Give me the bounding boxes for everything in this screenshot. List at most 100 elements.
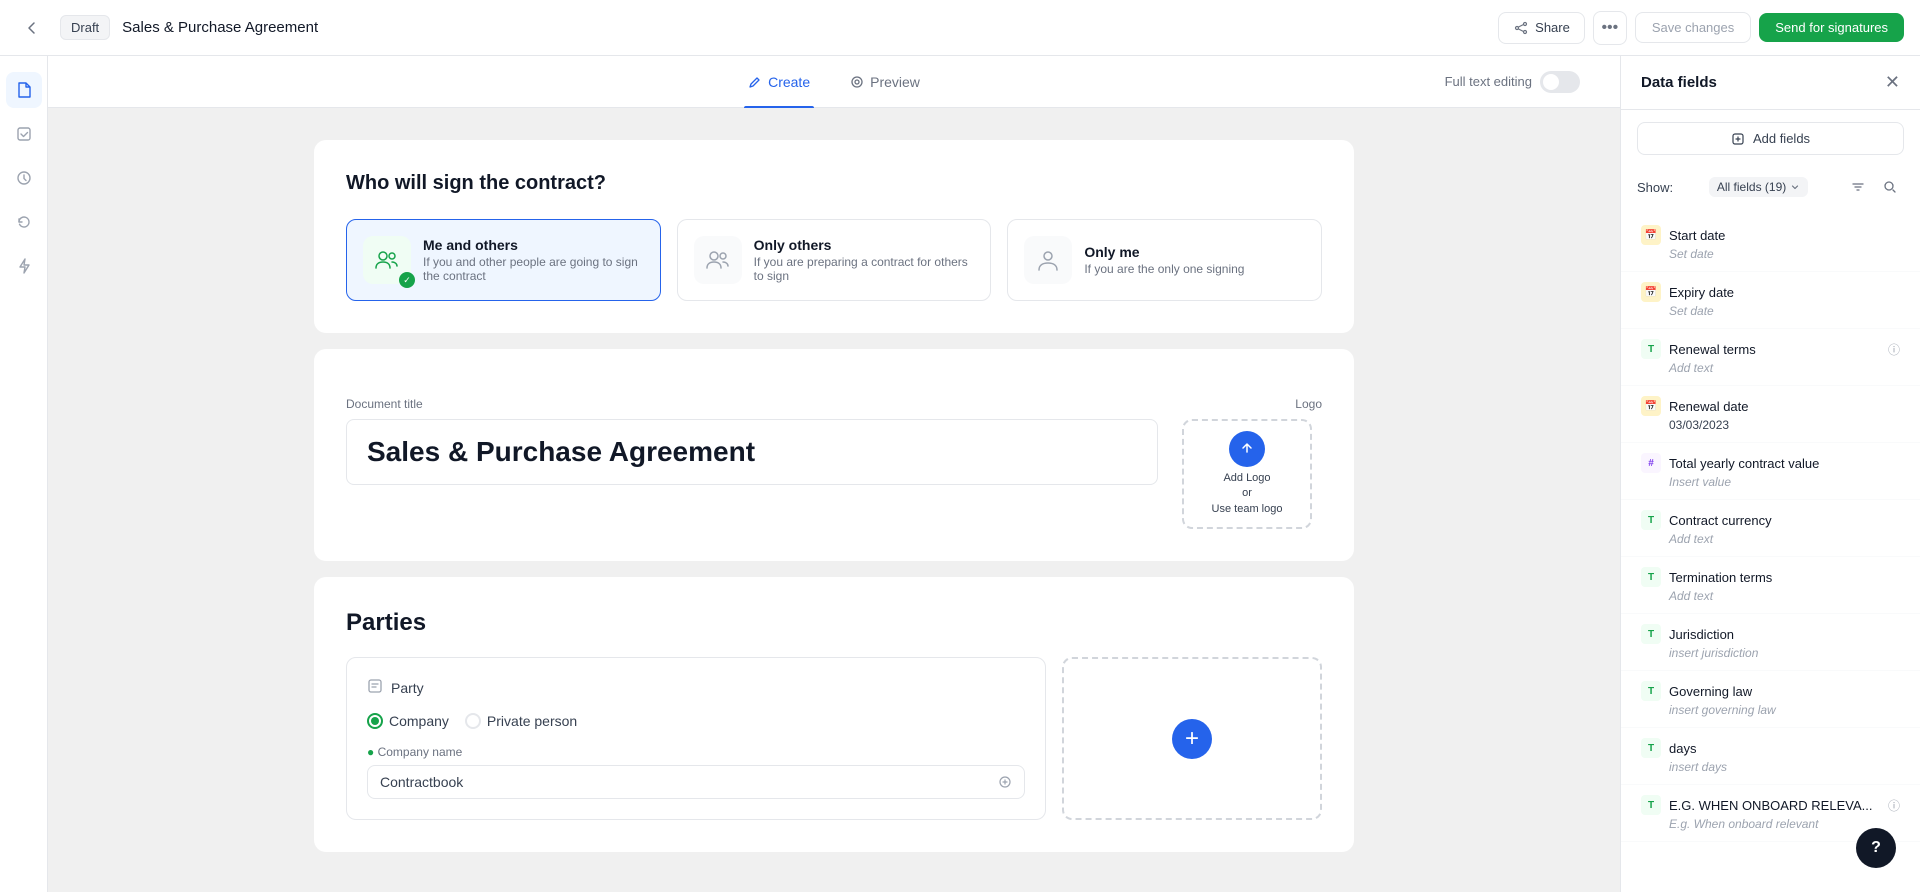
full-text-editing-toggle[interactable] [1540,71,1580,93]
help-button[interactable]: ? [1856,828,1896,868]
field-icon-expiry-date: 📅 [1641,282,1661,302]
tab-create[interactable]: Create [744,56,814,108]
field-value-renewal-terms: Add text [1669,361,1900,375]
parties-section: Parties Party Company [314,577,1354,852]
logo-label: Logo [1182,397,1322,411]
signing-icon-only-me [1024,236,1072,284]
field-value-governing-law: insert governing law [1669,703,1900,717]
field-icon-jurisdiction: T [1641,624,1661,644]
company-name-field-label: ● Company name [367,745,1025,759]
logo-section: Logo Add Logo or Use team logo [1182,397,1322,529]
private-radio-circle [465,713,481,729]
parties-content: Party Company Private person [346,657,1322,820]
sidebar-icon-lightning[interactable] [6,248,42,284]
field-name-renewal-date: Renewal date [1669,399,1749,414]
panel-close-button[interactable]: ✕ [1885,72,1900,93]
field-termination-terms[interactable]: T Termination terms Add text [1621,557,1920,614]
doc-title-label: Document title [346,397,1158,411]
signing-option-only-me[interactable]: Only me If you are the only one signing [1007,219,1322,301]
field-name-contract-currency: Contract currency [1669,513,1772,528]
field-icon-termination-terms: T [1641,567,1661,587]
full-text-editing-row: Full text editing [1445,71,1580,93]
sidebar-icon-check[interactable] [6,116,42,152]
document-title-top: Sales & Purchase Agreement [122,19,1486,36]
add-fields-button[interactable]: Add fields [1637,122,1904,155]
sidebar-icon-history[interactable] [6,204,42,240]
field-icon-start-date: 📅 [1641,225,1661,245]
field-renewal-date[interactable]: 📅 Renewal date 03/03/2023 [1621,386,1920,443]
content-area: Create Preview Full text editing Who wil… [48,56,1620,892]
party-icon [367,678,383,697]
field-icon-days: T [1641,738,1661,758]
party-card: Party Company Private person [346,657,1046,820]
party-type-radio: Company Private person [367,713,1025,729]
field-icon-renewal-date: 📅 [1641,396,1661,416]
field-name-termination-terms: Termination terms [1669,570,1772,585]
full-text-editing-label: Full text editing [1445,74,1532,89]
draft-badge[interactable]: Draft [60,15,110,40]
logo-upload-icon [1229,431,1265,467]
more-button[interactable]: ••• [1593,11,1627,45]
topbar-right: Share ••• Save changes Send for signatur… [1498,11,1904,45]
doc-header: Document title Logo Add Logo or [346,397,1322,529]
share-button[interactable]: Share [1498,12,1585,44]
field-value-start-date: Set date [1669,247,1900,261]
signing-option-info: Me and others If you and other people ar… [423,237,644,283]
field-name-renewal-terms: Renewal terms [1669,342,1756,357]
who-signs-title: Who will sign the contract? [346,172,1322,195]
logo-upload-text: Add Logo or Use team logo [1212,471,1283,517]
company-name-input-row[interactable]: Contractbook [367,765,1025,799]
sidebar-icon-clock[interactable] [6,160,42,196]
save-changes-button[interactable]: Save changes [1635,12,1751,43]
field-start-date[interactable]: 📅 Start date Set date [1621,215,1920,272]
field-icon-onboard: T [1641,795,1661,815]
field-value-renewal-date: 03/03/2023 [1669,418,1900,432]
right-panel: Data fields ✕ Add fields Show: All field… [1620,56,1920,892]
party-label: Party [391,680,424,696]
signing-option-me-and-others[interactable]: ✓ Me and others If you and other people … [346,219,661,301]
field-expiry-date[interactable]: 📅 Expiry date Set date [1621,272,1920,329]
show-row: Show: All fields (19) [1621,167,1920,211]
field-name-onboard: E.G. WHEN ONBOARD RELEVA... [1669,798,1872,813]
show-label: Show: [1637,180,1673,195]
field-value-expiry-date: Set date [1669,304,1900,318]
company-radio-circle [367,713,383,729]
filter-icon-button[interactable] [1844,173,1872,201]
field-icon-renewal-terms: T [1641,339,1661,359]
field-name-start-date: Start date [1669,228,1725,243]
field-name-total-value: Total yearly contract value [1669,456,1819,471]
private-radio[interactable]: Private person [465,713,577,729]
field-value-jurisdiction: insert jurisdiction [1669,646,1900,660]
topbar: Draft Sales & Purchase Agreement Share •… [0,0,1920,56]
parties-title: Parties [346,609,1322,637]
doc-title-input[interactable] [346,419,1158,485]
company-radio[interactable]: Company [367,713,449,729]
signing-option-only-others[interactable]: Only others If you are preparing a contr… [677,219,992,301]
field-name-governing-law: Governing law [1669,684,1752,699]
search-icon-button[interactable] [1876,173,1904,201]
field-contract-currency[interactable]: T Contract currency Add text [1621,500,1920,557]
left-sidebar [0,56,48,892]
show-filter-badge[interactable]: All fields (19) [1709,177,1808,197]
logo-upload-area[interactable]: Add Logo or Use team logo [1182,419,1312,529]
field-total-value[interactable]: # Total yearly contract value Insert val… [1621,443,1920,500]
selected-check: ✓ [399,272,415,288]
doc-title-section: Document title [346,397,1158,529]
tab-preview[interactable]: Preview [846,56,924,108]
add-party-button[interactable]: + [1172,719,1212,759]
field-jurisdiction[interactable]: T Jurisdiction insert jurisdiction [1621,614,1920,671]
signing-option-info-3: Only me If you are the only one signing [1084,244,1244,276]
signing-icon-only-others [694,236,742,284]
field-days[interactable]: T days insert days [1621,728,1920,785]
field-icon-total-value: # [1641,453,1661,473]
field-renewal-terms[interactable]: T Renewal terms ⓘ Add text [1621,329,1920,386]
add-party-card[interactable]: + [1062,657,1322,820]
back-button[interactable] [16,12,48,44]
sidebar-icon-document[interactable] [6,72,42,108]
panel-title: Data fields [1641,74,1717,91]
show-actions [1844,173,1904,201]
panel-header: Data fields ✕ [1621,56,1920,110]
send-for-signatures-button[interactable]: Send for signatures [1759,13,1904,42]
field-governing-law[interactable]: T Governing law insert governing law [1621,671,1920,728]
who-signs-card: Who will sign the contract? ✓ Me and oth… [314,140,1354,333]
